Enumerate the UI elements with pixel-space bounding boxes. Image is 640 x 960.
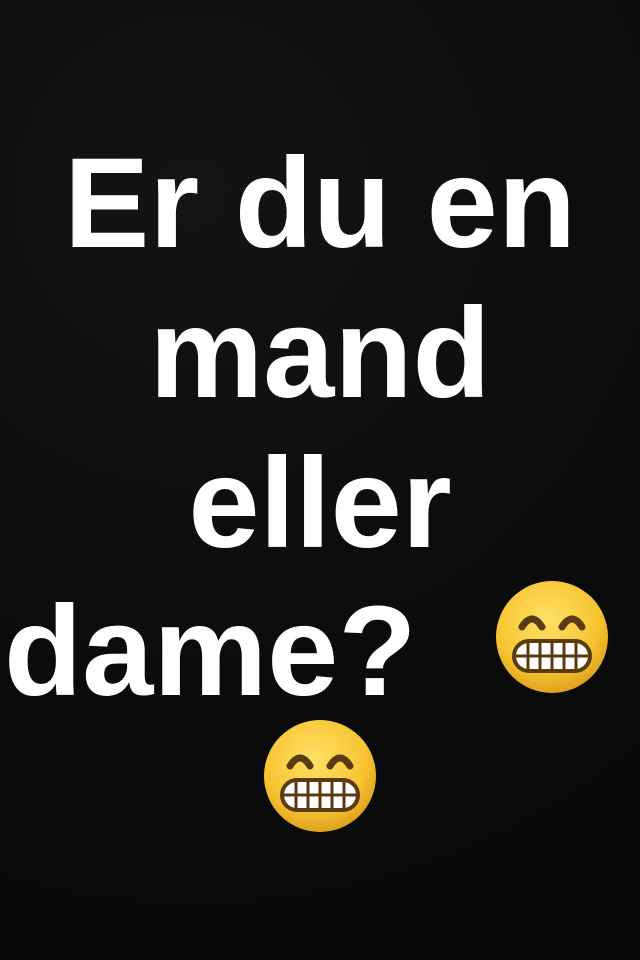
grimacing-face-icon [260,716,380,841]
story-canvas: Er du en mand eller dame? [0,0,640,960]
caption-line-4: dame? [0,580,628,732]
caption-line-4-text: dame? [3,580,417,723]
caption-line-3: eller [188,432,452,575]
grimacing-face-icon [492,577,612,718]
emoji-row [0,716,640,841]
caption-line-1: Er du en [63,132,577,275]
caption-line-2: mand [149,282,491,425]
